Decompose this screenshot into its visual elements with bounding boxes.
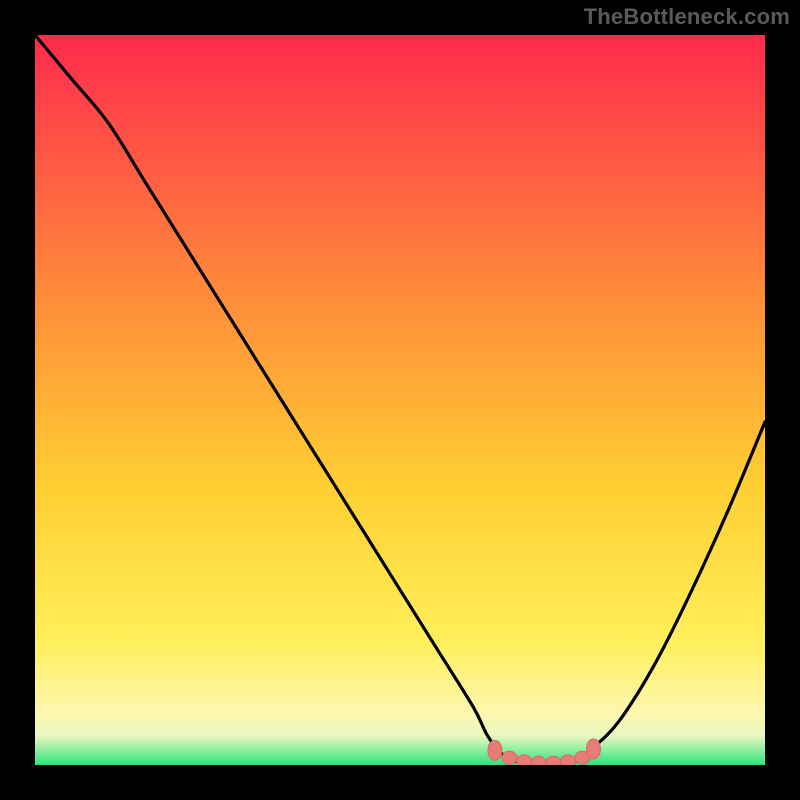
optimal-marker: [488, 740, 502, 760]
optimal-marker: [586, 739, 600, 759]
optimal-marker: [517, 755, 532, 765]
optimal-marker: [502, 751, 517, 764]
attribution-text: TheBottleneck.com: [584, 4, 790, 30]
bottleneck-chart: [35, 35, 765, 765]
optimal-marker: [546, 756, 561, 765]
optimal-marker: [531, 756, 546, 765]
chart-frame: TheBottleneck.com: [0, 0, 800, 800]
gradient-background: [35, 35, 765, 765]
optimal-marker: [560, 755, 575, 765]
